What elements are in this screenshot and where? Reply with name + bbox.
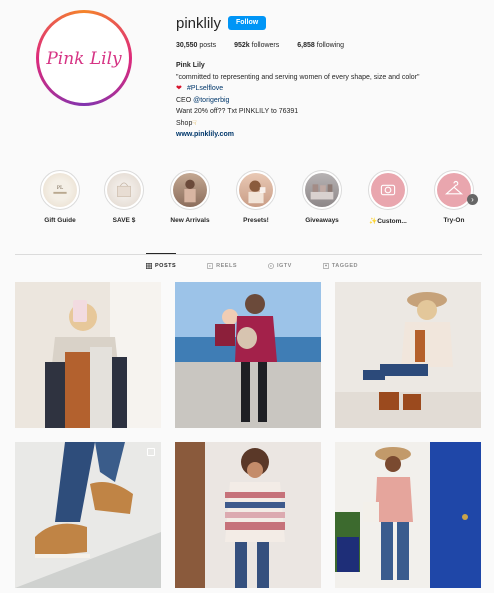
highlight-save[interactable]: SAVE $ bbox=[94, 170, 154, 224]
profile-tabs: POSTS REELS IGTV TAGGED bbox=[146, 263, 358, 269]
post-tile[interactable] bbox=[15, 282, 161, 428]
tab-reels[interactable]: REELS bbox=[207, 263, 237, 269]
post-tile[interactable] bbox=[175, 442, 321, 588]
post-tile[interactable] bbox=[15, 442, 161, 588]
post-image bbox=[175, 442, 321, 588]
story-highlights: PL Gift Guide SAVE $ New Arrivals Preset… bbox=[30, 170, 490, 230]
multiple-posts-icon bbox=[147, 448, 155, 456]
profile-username: pinklily bbox=[176, 15, 222, 32]
post-tile[interactable] bbox=[335, 442, 481, 588]
profile-avatar[interactable]: Pink Lily bbox=[36, 10, 132, 106]
bio-line-hashtag: ❤ #PLselflove bbox=[176, 83, 476, 95]
highlight-custom-label: ✨Custom... bbox=[369, 218, 407, 225]
profile-full-name: Pink Lily bbox=[176, 62, 205, 69]
followers-count[interactable]: 952k followers bbox=[234, 42, 279, 49]
hanger-icon bbox=[444, 180, 464, 195]
bio-line-offer: Want 20% off?? Txt PINKLILY to 76391 bbox=[176, 108, 299, 115]
bio-line-quote: "committed to representing and serving w… bbox=[176, 73, 420, 81]
website-link[interactable]: www.pinklily.com bbox=[176, 129, 476, 141]
post-image bbox=[335, 442, 481, 588]
ceo-label: CEO bbox=[176, 96, 192, 104]
highlight-new-arrivals[interactable]: New Arrivals bbox=[160, 170, 220, 224]
post-tile[interactable] bbox=[175, 282, 321, 428]
following-count[interactable]: 6,858 following bbox=[297, 42, 344, 49]
svg-text:Pink Lily: Pink Lily bbox=[45, 49, 122, 69]
tab-igtv[interactable]: IGTV bbox=[268, 263, 292, 269]
active-tab-indicator bbox=[146, 253, 176, 254]
tagged-icon bbox=[322, 263, 329, 269]
highlight-presets[interactable]: Presets! bbox=[226, 170, 286, 224]
profile-stats: 30,550 posts 952k followers 6,858 follow… bbox=[176, 42, 344, 49]
follow-button[interactable]: Follow bbox=[228, 16, 267, 30]
reels-icon bbox=[207, 263, 214, 269]
grid-icon bbox=[146, 263, 152, 269]
pointing-hand-icon: ☟ bbox=[192, 119, 197, 127]
post-tile[interactable] bbox=[335, 282, 481, 428]
post-image bbox=[15, 442, 161, 588]
post-image bbox=[15, 282, 161, 428]
heart-icon: ❤ bbox=[176, 85, 182, 92]
profile-bio: Pink Lily "committed to representing and… bbox=[176, 60, 476, 141]
igtv-icon bbox=[268, 263, 274, 269]
svg-text:PL: PL bbox=[57, 185, 64, 191]
pink-lily-logo: Pink Lily bbox=[45, 49, 122, 69]
posts-count: 30,550 posts bbox=[176, 42, 217, 49]
bio-line-shop: Shop☟ bbox=[176, 118, 476, 130]
hashtag-link[interactable]: #PLselflove bbox=[187, 85, 223, 92]
tab-posts[interactable]: POSTS bbox=[146, 263, 176, 269]
highlight-gift-guide[interactable]: PL Gift Guide bbox=[30, 170, 90, 224]
shop-label: Shop bbox=[176, 119, 193, 127]
tab-tagged[interactable]: TAGGED bbox=[322, 263, 358, 269]
post-image bbox=[335, 282, 481, 428]
chevron-right-icon[interactable]: › bbox=[467, 194, 478, 205]
camera-icon bbox=[380, 184, 396, 196]
ceo-mention-link[interactable]: @torigerbig bbox=[193, 97, 229, 104]
highlight-custom[interactable]: ✨Custom... bbox=[358, 170, 418, 225]
post-image bbox=[175, 282, 321, 428]
highlight-giveaways[interactable]: Giveaways bbox=[292, 170, 352, 224]
bio-line-ceo: CEO @torigerbig bbox=[176, 95, 476, 107]
tabs-divider bbox=[15, 254, 482, 255]
